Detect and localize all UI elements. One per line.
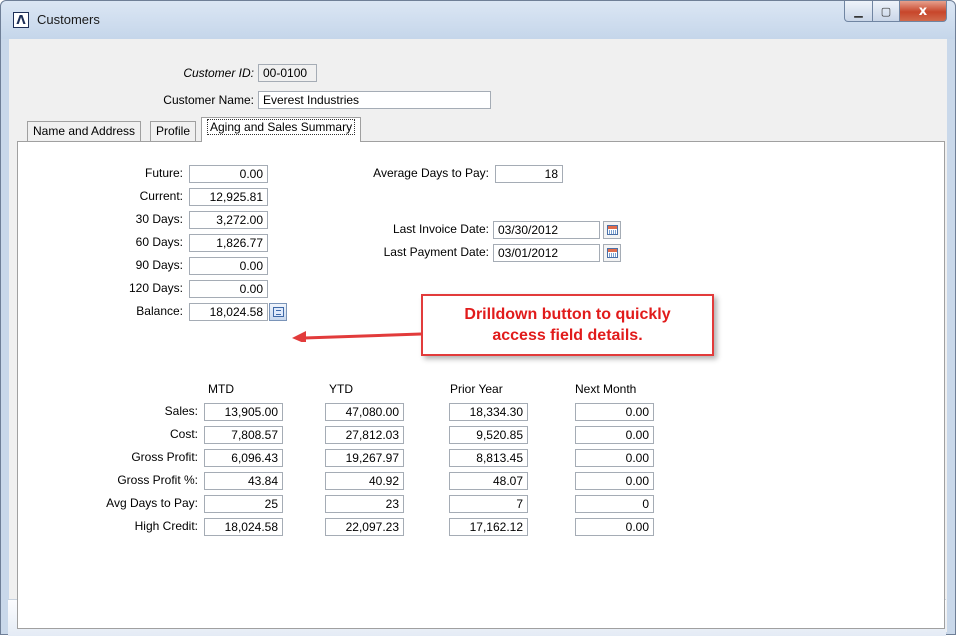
sales-next-month-field[interactable]: 0.00 [575, 403, 654, 421]
gross-profit-label: Gross Profit: [131, 450, 198, 464]
60-days-field[interactable]: 1,826.77 [189, 234, 268, 252]
customer-id-label: Customer ID: [183, 66, 254, 80]
gross-profit-next-month-field[interactable]: 0.00 [575, 449, 654, 467]
gross-profit-pct-label: Gross Profit %: [117, 473, 198, 487]
gross-profit-pct-prior-year-field[interactable]: 48.07 [449, 472, 528, 490]
120-days-label: 120 Days: [128, 281, 183, 295]
gross-profit-pct-mtd-field[interactable]: 43.84 [204, 472, 283, 490]
minimize-button[interactable]: ▁ [844, 1, 873, 22]
gross-profit-pct-next-month-field[interactable]: 0.00 [575, 472, 654, 490]
last-payment-date-field[interactable]: 03/01/2012 [493, 244, 600, 262]
120-days-field[interactable]: 0.00 [189, 280, 268, 298]
future-field[interactable]: 0.00 [189, 165, 268, 183]
drilldown-callout: Drilldown button to quickly access field… [421, 294, 714, 356]
high-credit-mtd-field[interactable]: 18,024.58 [204, 518, 283, 536]
tab-aging-and-sales-summary[interactable]: Aging and Sales Summary [201, 117, 362, 142]
90-days-label: 90 Days: [135, 258, 183, 272]
average-days-to-pay-field[interactable]: 18 [495, 165, 563, 183]
customer-id-field[interactable]: 00-0100 [258, 64, 317, 82]
tab-profile[interactable]: Profile [150, 121, 197, 141]
high-credit-prior-year-field[interactable]: 17,162.12 [449, 518, 528, 536]
calendar-icon [607, 225, 618, 235]
high-credit-next-month-field[interactable]: 0.00 [575, 518, 654, 536]
customer-name-field[interactable]: Everest Industries [258, 91, 491, 109]
cost-mtd-field[interactable]: 7,808.57 [204, 426, 283, 444]
high-credit-ytd-field[interactable]: 22,097.23 [325, 518, 404, 536]
callout-line-1: Drilldown button to quickly [464, 306, 671, 323]
avg-days-to-pay-label: Avg Days to Pay: [106, 496, 198, 510]
last-payment-date-label: Last Payment Date: [383, 245, 489, 259]
balance-label: Balance: [136, 304, 183, 318]
balance-field[interactable]: 18,024.58 [189, 303, 268, 321]
customer-name-label: Customer Name: [163, 93, 254, 107]
current-field[interactable]: 12,925.81 [189, 188, 268, 206]
app-logo-icon: Λ [13, 12, 29, 28]
last-invoice-date-label: Last Invoice Date: [392, 222, 489, 236]
maximize-button[interactable]: ▢ [873, 1, 900, 22]
last-payment-date-picker-button[interactable] [603, 244, 621, 262]
sales-prior-year-field[interactable]: 18,334.30 [449, 403, 528, 421]
callout-arrow [292, 331, 422, 342]
avg-days-to-pay-ytd-field[interactable]: 23 [325, 495, 404, 513]
30-days-field[interactable]: 3,272.00 [189, 211, 268, 229]
avg-days-to-pay-next-month-field[interactable]: 0 [575, 495, 654, 513]
future-label: Future: [144, 166, 183, 180]
callout-line-2: access field details. [492, 327, 643, 344]
aging-and-sales-summary-panel: Future: 0.00 Current: 12,925.81 30 Days:… [17, 141, 945, 629]
gross-profit-mtd-field[interactable]: 6,096.43 [204, 449, 283, 467]
high-credit-label: High Credit: [134, 519, 198, 533]
average-days-to-pay-label: Average Days to Pay: [373, 166, 489, 180]
sales-label: Sales: [164, 404, 198, 418]
60-days-label: 60 Days: [135, 235, 183, 249]
window-title: Customers [37, 12, 100, 27]
column-header-next-month: Next Month [575, 382, 637, 396]
90-days-field[interactable]: 0.00 [189, 257, 268, 275]
last-invoice-date-field[interactable]: 03/30/2012 [493, 221, 600, 239]
sales-ytd-field[interactable]: 47,080.00 [325, 403, 404, 421]
tab-aging-label: Aging and Sales Summary [207, 119, 356, 135]
caption-buttons: ▁ ▢ x [844, 1, 947, 23]
column-header-prior-year: Prior Year [450, 382, 503, 396]
cost-next-month-field[interactable]: 0.00 [575, 426, 654, 444]
30-days-label: 30 Days: [135, 212, 183, 226]
drilldown-icon [273, 307, 284, 317]
avg-days-to-pay-mtd-field[interactable]: 25 [204, 495, 283, 513]
column-header-ytd: YTD [329, 382, 353, 396]
cost-prior-year-field[interactable]: 9,520.85 [449, 426, 528, 444]
gross-profit-prior-year-field[interactable]: 8,813.45 [449, 449, 528, 467]
cost-ytd-field[interactable]: 27,812.03 [325, 426, 404, 444]
last-invoice-date-picker-button[interactable] [603, 221, 621, 239]
calendar-icon [607, 248, 618, 258]
sales-mtd-field[interactable]: 13,905.00 [204, 403, 283, 421]
close-button[interactable]: x [900, 1, 947, 22]
tab-name-and-address[interactable]: Name and Address [27, 121, 142, 141]
column-header-mtd: MTD [208, 382, 234, 396]
balance-drilldown-button[interactable] [269, 303, 287, 321]
cost-label: Cost: [169, 427, 198, 441]
gross-profit-pct-ytd-field[interactable]: 40.92 [325, 472, 404, 490]
avg-days-to-pay-prior-year-field[interactable]: 7 [449, 495, 528, 513]
title-bar[interactable]: Λ Customers ▁ ▢ x [1, 1, 955, 39]
gross-profit-ytd-field[interactable]: 19,267.97 [325, 449, 404, 467]
current-label: Current: [139, 189, 183, 203]
